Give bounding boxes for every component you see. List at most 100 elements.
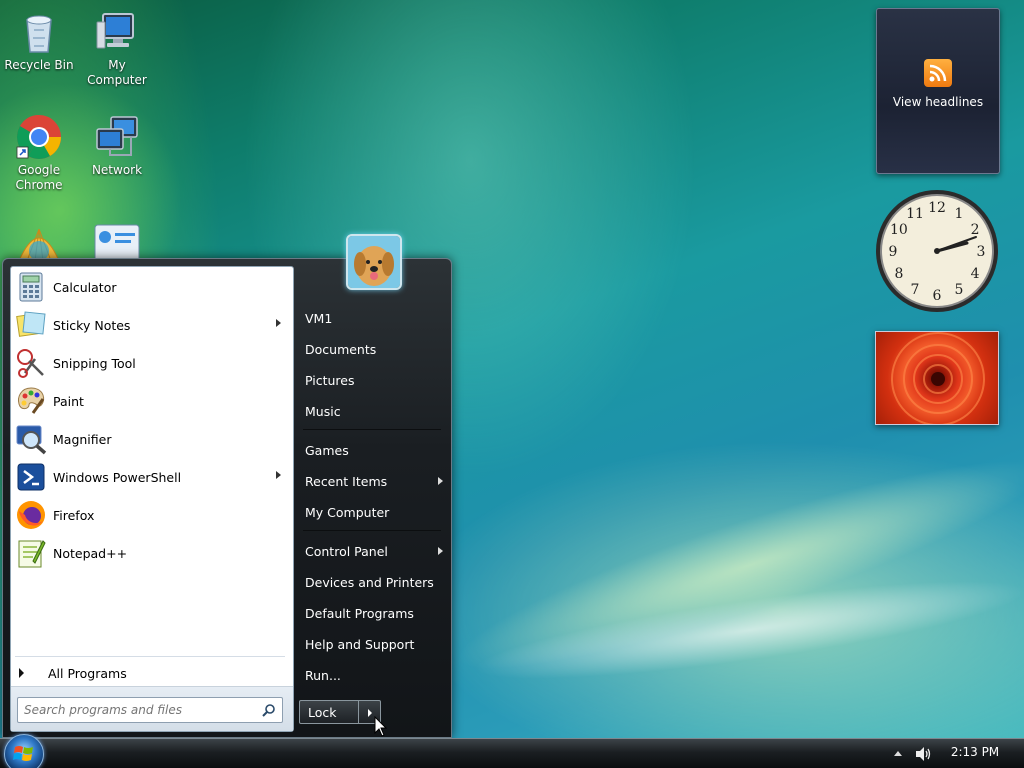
submenu-arrow-icon [438,477,443,485]
desktop-icon-google-chrome[interactable]: Google Chrome [0,113,78,193]
start-item-recent-items[interactable]: Recent Items [295,467,447,495]
start-item-music[interactable]: Music [295,397,447,425]
start-item-games[interactable]: Games [295,436,447,464]
sticky-notes-icon [16,311,46,337]
scissors-icon [17,349,44,378]
computer-icon [96,13,134,49]
program-label: Calculator [53,279,117,295]
start-item-label: Control Panel [305,543,388,559]
wallpaper-streak [441,426,1024,704]
shell-icon [19,228,59,258]
desktop-icon-partial[interactable] [93,221,141,258]
desktop-icon-network[interactable]: Network [78,113,156,178]
program-label: Snipping Tool [53,355,136,371]
program-paint[interactable]: Paint [15,383,291,419]
clock-numeral: 8 [894,266,903,282]
all-programs-label: All Programs [48,665,127,681]
start-item-label: My Computer [305,504,390,520]
taskbar [0,738,1024,768]
clock-numeral: 11 [906,206,924,222]
program-firefox[interactable]: Firefox [15,497,291,533]
submenu-arrow-icon [438,547,443,555]
feed-gadget-label: View headlines [892,95,984,109]
start-item-control-panel[interactable]: Control Panel [295,537,447,565]
start-item-run[interactable]: Run... [295,661,447,689]
start-item-documents[interactable]: Documents [295,335,447,363]
start-item-label: Recent Items [305,473,388,489]
clock-numeral: 4 [971,266,980,282]
desktop-icon-label: Google Chrome [15,163,63,192]
control-panel-icon [94,224,140,258]
start-menu-programs-pane: Calculator Sticky Notes Snipping Tool Pa… [10,266,294,732]
clock-numeral: 9 [889,244,898,260]
program-sticky-notes[interactable]: Sticky Notes [15,307,291,343]
program-calculator[interactable]: Calculator [15,269,291,305]
clock-numeral: 5 [955,282,964,298]
start-item-label: Help and Support [305,636,415,652]
start-item-help-and-support[interactable]: Help and Support [295,630,447,658]
start-menu: Calculator Sticky Notes Snipping Tool Pa… [2,234,452,738]
search-input[interactable] [17,697,283,723]
rss-icon [924,59,952,87]
clock-numeral: 3 [977,244,986,260]
start-item-vm1[interactable]: VM1 [295,304,447,332]
program-magnifier[interactable]: Magnifier [15,421,291,457]
start-item-label: Run... [305,667,341,683]
search-area [11,686,293,731]
start-item-my-computer[interactable]: My Computer [295,498,447,526]
start-item-label: VM1 [305,310,333,326]
clock-gadget[interactable]: 12 12 3 45678 9 1011 [874,188,1000,314]
program-snipping-tool[interactable]: Snipping Tool [15,345,291,381]
program-label: Sticky Notes [53,317,131,333]
all-programs-button[interactable]: All Programs [19,663,279,683]
start-item-label: Pictures [305,372,355,388]
slideshow-gadget[interactable] [875,331,999,425]
start-item-label: Games [305,442,349,458]
clock-numeral: 10 [890,222,908,238]
calculator-icon [19,272,43,302]
flower-photo [891,332,985,424]
volume-icon[interactable] [914,746,932,762]
start-item-pictures[interactable]: Pictures [295,366,447,394]
mouse-cursor-icon [374,716,388,737]
start-item-label: Default Programs [305,605,414,621]
taskbar-clock[interactable]: 2:13 PM [940,745,1010,759]
desktop-icon-partial[interactable] [15,221,63,258]
program-windows-powershell[interactable]: Windows PowerShell [15,459,291,495]
program-label: Notepad++ [53,545,128,561]
right-pane-separator [303,429,441,430]
desktop-icon-label: My Computer [87,58,147,87]
program-label: Firefox [53,507,95,523]
program-notepad-plus-plus[interactable]: Notepad++ [15,535,291,571]
start-button[interactable] [4,734,44,768]
clock-numeral: 1 [955,206,964,222]
dog-picture [348,236,400,288]
paint-palette-icon [18,387,45,414]
search-icon[interactable] [262,703,276,717]
powershell-icon [17,463,45,491]
clock-numeral: 6 [933,288,942,304]
lock-button-label: Lock [308,704,337,720]
lock-button[interactable]: Lock [299,700,359,724]
user-avatar[interactable] [346,234,402,290]
recycle-bin-icon [26,15,52,53]
clock-numeral: 7 [911,282,920,298]
desktop-icon-label: Network [91,163,143,177]
notepad-plus-plus-icon [18,540,46,568]
clock-numeral: 12 [928,200,946,216]
start-item-label: Documents [305,341,377,357]
start-item-default-programs[interactable]: Default Programs [295,599,447,627]
feed-headlines-gadget[interactable]: View headlines [876,8,1000,174]
programs-separator [15,656,285,657]
submenu-arrow-icon [276,319,281,327]
desktop-icon-recycle-bin[interactable]: Recycle Bin [0,8,78,73]
start-item-devices-and-printers[interactable]: Devices and Printers [295,568,447,596]
submenu-arrow-icon [276,471,281,479]
program-label: Windows PowerShell [53,469,182,485]
program-label: Paint [53,393,84,409]
right-pane-separator [303,530,441,531]
expand-arrow-icon [19,668,24,678]
show-hidden-icons-icon[interactable] [894,751,902,756]
desktop-icon-my-computer[interactable]: My Computer [78,8,156,88]
wallpaper-streak [468,561,1024,699]
